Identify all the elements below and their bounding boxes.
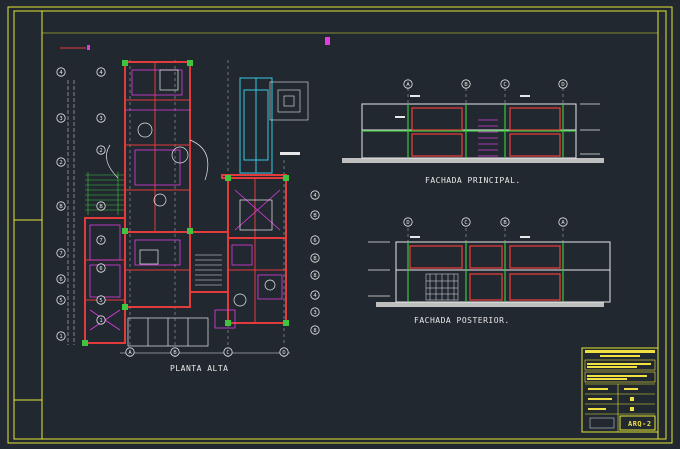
axis-bubble-right: 3	[310, 307, 320, 317]
axis-bubble-left: 5	[56, 295, 66, 305]
svg-text:2: 2	[99, 148, 102, 154]
front-elevation	[342, 88, 604, 163]
svg-text:6: 6	[313, 238, 316, 244]
axis-bubble-left-inner: 2	[96, 145, 106, 155]
axis-bubble-right: 8	[310, 270, 320, 280]
axis-bubble-right: 8	[310, 325, 320, 335]
svg-text:3: 3	[99, 116, 102, 122]
axis-bubble-left: 4	[56, 67, 66, 77]
axis-bubble-bottom: C	[223, 347, 233, 357]
axis-bubble-rear: B	[500, 217, 510, 227]
axis-bubble-left: 3	[56, 113, 66, 123]
axis-bubble-left: 6	[56, 274, 66, 284]
axis-bubble-left: 7	[56, 248, 66, 258]
axis-bubble-front: B	[461, 79, 471, 89]
cad-drawing: 4 3 2 B 7 6 5 1 4 3 2 B 7 6 5 1 4 B 6 B 8 4 3 8 A B C D A B C D D C B A	[7, 6, 673, 444]
svg-text:C: C	[464, 220, 467, 226]
svg-text:D: D	[406, 220, 409, 226]
axis-bubble-bottom: D	[279, 347, 289, 357]
svg-text:8: 8	[313, 328, 316, 334]
axis-bubbles: 4 3 2 B 7 6 5 1 4 3 2 B 7 6 5 1 4 B 6 B 8 4 3 8 A B C D A B C D D C B A	[56, 67, 568, 357]
svg-text:7: 7	[59, 251, 62, 257]
axis-bubble-bottom: A	[125, 347, 135, 357]
axis-bubble-right: 4	[310, 190, 320, 200]
axis-bubble-right: B	[310, 210, 320, 220]
axis-bubble-left-inner: B	[96, 201, 106, 211]
svg-text:2: 2	[59, 160, 62, 166]
svg-text:3: 3	[313, 310, 316, 316]
sheet-id: ARQ-2	[628, 420, 652, 428]
axis-bubble-left-inner: 4	[96, 67, 106, 77]
svg-text:D: D	[282, 350, 285, 356]
svg-text:6: 6	[59, 277, 62, 283]
axis-bubble-rear: C	[461, 217, 471, 227]
axis-bubble-right: 6	[310, 235, 320, 245]
svg-text:7: 7	[99, 238, 102, 244]
plan-title: PLANTA ALTA	[170, 364, 229, 373]
svg-text:5: 5	[99, 298, 102, 304]
svg-text:C: C	[226, 350, 229, 356]
svg-text:3: 3	[59, 116, 62, 122]
floor-plan	[60, 37, 330, 357]
axis-bubble-rear: D	[403, 217, 413, 227]
svg-text:8: 8	[313, 273, 316, 279]
axis-bubble-left: 1	[56, 331, 66, 341]
axis-bubble-right: B	[310, 253, 320, 263]
axis-bubble-left-inner: 6	[96, 263, 106, 273]
axis-bubble-front: D	[558, 79, 568, 89]
svg-text:D: D	[561, 82, 564, 88]
svg-text:5: 5	[59, 298, 62, 304]
svg-text:C: C	[503, 82, 506, 88]
axis-bubble-left: 2	[56, 157, 66, 167]
axis-bubble-left-inner: 1	[96, 315, 106, 325]
front-elevation-title: FACHADA PRINCIPAL.	[425, 176, 521, 185]
axis-bubble-left-inner: 7	[96, 235, 106, 245]
svg-text:1: 1	[59, 334, 62, 340]
svg-text:1: 1	[99, 318, 102, 324]
rear-elevation-title: FACHADA POSTERIOR.	[414, 316, 510, 325]
rear-elevation	[368, 228, 611, 307]
axis-bubble-left-inner: 3	[96, 113, 106, 123]
axis-bubble-left: B	[56, 201, 66, 211]
axis-bubble-right: 4	[310, 290, 320, 300]
svg-text:6: 6	[99, 266, 102, 272]
axis-bubble-rear: A	[558, 217, 568, 227]
axis-bubble-front: C	[500, 79, 510, 89]
axis-bubble-left-inner: 5	[96, 295, 106, 305]
axis-bubble-front: A	[403, 79, 413, 89]
axis-bubble-bottom: B	[170, 347, 180, 357]
